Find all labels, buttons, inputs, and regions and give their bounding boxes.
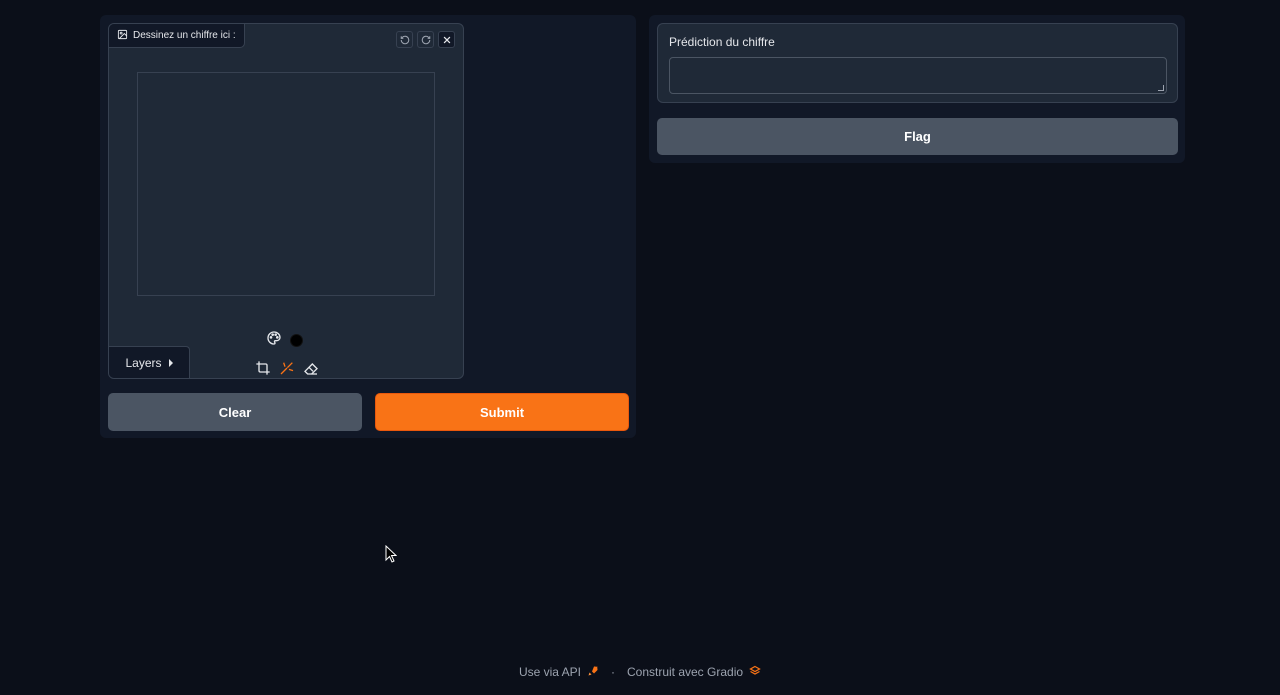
mouse-cursor-icon xyxy=(385,545,397,563)
sketchpad-top-tools xyxy=(396,31,455,48)
resize-handle[interactable] xyxy=(1158,85,1164,91)
undo-button[interactable] xyxy=(396,31,413,48)
sketchpad-label: Dessinez un chiffre ici : xyxy=(109,24,245,48)
submit-button[interactable]: Submit xyxy=(375,393,629,431)
prediction-label: Prédiction du chiffre xyxy=(669,35,775,49)
clear-canvas-button[interactable] xyxy=(438,31,455,48)
redo-button[interactable] xyxy=(417,31,434,48)
clear-button[interactable]: Clear xyxy=(108,393,362,431)
footer: Use via API · Construit avec Gradio xyxy=(0,663,1280,681)
undo-icon xyxy=(400,35,409,44)
drawing-tools-row xyxy=(255,360,319,378)
gradio-app: Dessinez un chiffre ici : Layers Clear S… xyxy=(0,0,1280,695)
caret-right-icon xyxy=(168,358,173,367)
sketchpad: Dessinez un chiffre ici : Layers xyxy=(108,23,464,379)
brush-icon[interactable] xyxy=(279,360,295,378)
drawing-canvas[interactable] xyxy=(137,72,435,296)
image-icon xyxy=(117,29,128,43)
output-column: Prédiction du chiffre Flag xyxy=(649,15,1185,163)
palette-icon[interactable] xyxy=(266,330,282,351)
prediction-textbox[interactable] xyxy=(669,57,1167,94)
rocket-icon xyxy=(587,665,599,680)
prediction-block: Prédiction du chiffre xyxy=(657,23,1178,103)
gradio-logo-icon xyxy=(749,665,761,680)
redo-icon xyxy=(421,35,430,44)
color-picker-row xyxy=(266,330,303,351)
api-link[interactable]: Use via API xyxy=(519,665,581,679)
footer-separator: · xyxy=(610,665,615,679)
input-column: Dessinez un chiffre ici : Layers Clear S… xyxy=(100,15,636,438)
brush-color-swatch[interactable] xyxy=(290,334,303,347)
sketchpad-label-text: Dessinez un chiffre ici : xyxy=(133,30,236,41)
crop-icon[interactable] xyxy=(255,360,271,378)
built-with-link[interactable]: Construit avec Gradio xyxy=(627,665,743,679)
flag-button[interactable]: Flag xyxy=(657,118,1178,155)
layers-button[interactable]: Layers xyxy=(109,346,190,378)
close-icon xyxy=(443,36,450,43)
layers-label: Layers xyxy=(125,355,162,370)
eraser-icon[interactable] xyxy=(303,360,319,378)
